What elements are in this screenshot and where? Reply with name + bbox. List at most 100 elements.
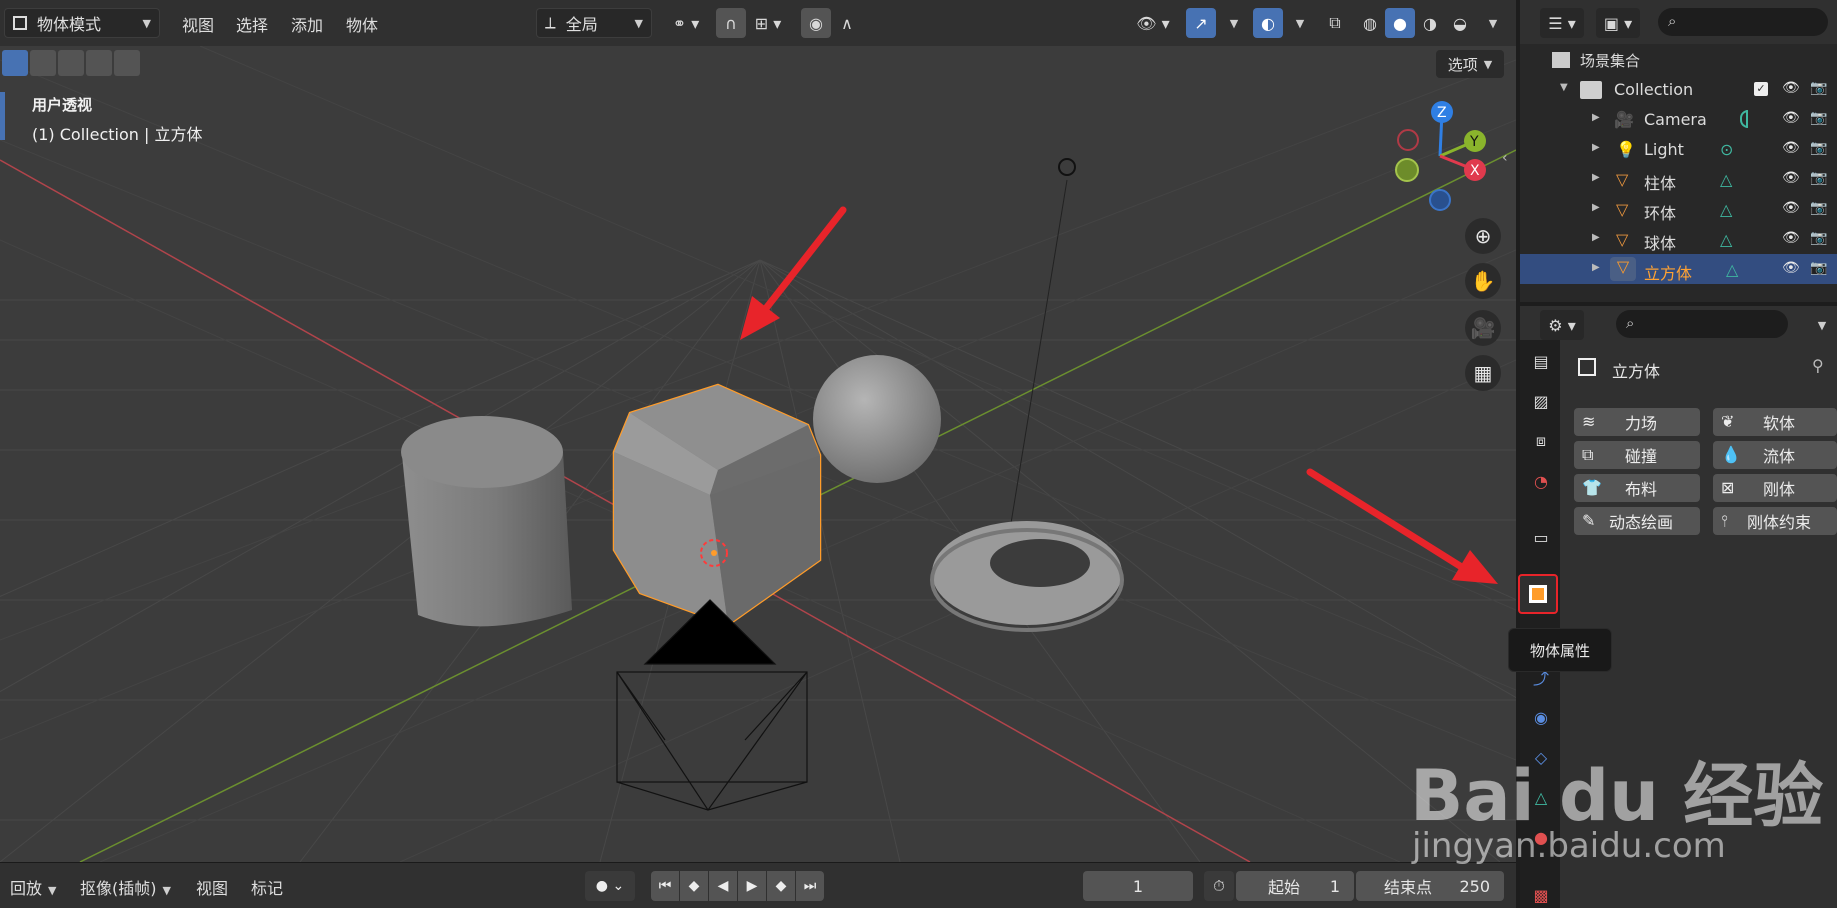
timeline-view-menu[interactable]: 视图	[196, 875, 228, 899]
render-camera-icon[interactable]: 📷	[1810, 110, 1827, 126]
physics-button-cloth[interactable]: 👕 布料	[1574, 474, 1700, 502]
shading-rendered[interactable]: ◒	[1445, 8, 1475, 38]
physics-button-rigid-body-constraint[interactable]: ⫯ 刚体约束	[1713, 507, 1837, 535]
exclude-checkbox[interactable]: ✓	[1754, 82, 1768, 96]
sidebar-toggle-icon[interactable]: ‹	[1502, 150, 1508, 166]
tab-physics[interactable]: ◉	[1524, 700, 1558, 734]
prev-keyframe-button[interactable]: ◆	[680, 871, 708, 901]
falloff-button[interactable]: ∧	[832, 8, 862, 38]
tab-view-layer[interactable]: ⧈	[1524, 424, 1558, 458]
xray-toggle[interactable]: ⧉	[1320, 8, 1350, 38]
shading-solid[interactable]: ●	[1385, 8, 1415, 38]
physics-button-rigid-body[interactable]: ⊠ 刚体	[1713, 474, 1837, 502]
jump-start-button[interactable]: ⏮	[651, 871, 679, 901]
keying-menu[interactable]: 抠像(插帧) ▼	[80, 875, 171, 899]
collapse-arrow-icon[interactable]: ▼	[1560, 82, 1568, 93]
tab-scene[interactable]: ◔	[1524, 464, 1558, 498]
toolbar-edge[interactable]	[0, 92, 5, 140]
tab-tool[interactable]: ▤	[1524, 344, 1558, 378]
render-camera-icon[interactable]: 📷	[1810, 80, 1827, 96]
camera-view-button[interactable]: 🎥	[1465, 310, 1501, 346]
editor-type-dropdown[interactable]: ⚙ ▾	[1540, 310, 1584, 340]
3d-viewport[interactable]: Z Y X ‹	[0, 46, 1516, 862]
overlay-toggle[interactable]: ◐	[1253, 8, 1283, 38]
pivot-point-button[interactable]: ⚭ ▾	[664, 8, 708, 38]
render-camera-icon[interactable]: 📷	[1810, 170, 1827, 186]
select-subtract-button[interactable]	[58, 50, 84, 76]
ortho-toggle-button[interactable]: ▦	[1465, 355, 1501, 391]
expand-arrow-icon[interactable]: ▶	[1592, 112, 1600, 123]
menu-view[interactable]: 视图	[182, 12, 214, 36]
outliner-item-camera[interactable]: ▶ 🎥 Camera 👁 📷	[1520, 104, 1837, 134]
shading-wireframe[interactable]: ◍	[1355, 8, 1385, 38]
select-extend-button[interactable]	[30, 50, 56, 76]
outliner-item-light[interactable]: ▶ 💡 Light ⊙ 👁 📷	[1520, 134, 1837, 164]
expand-arrow-icon[interactable]: ▶	[1592, 172, 1600, 183]
navigation-gizmo[interactable]: Z Y X	[1390, 96, 1500, 216]
outliner-item-torus[interactable]: ▶ ▽ 环体 △ 👁 📷	[1520, 194, 1837, 224]
outliner-item-sphere[interactable]: ▶ ▽ 球体 △ 👁 📷	[1520, 224, 1837, 254]
eye-icon[interactable]: 👁	[1782, 170, 1800, 186]
menu-add[interactable]: 添加	[291, 12, 323, 36]
display-mode-dropdown[interactable]: ☰ ▾	[1540, 8, 1584, 38]
render-camera-icon[interactable]: 📷	[1810, 230, 1827, 246]
auto-keying-toggle[interactable]: ● ⌄	[585, 871, 635, 901]
filter-dropdown[interactable]: ▣ ▾	[1596, 8, 1640, 38]
options-dropdown[interactable]: 选项 ▼	[1436, 50, 1504, 78]
pan-button[interactable]: ✋	[1465, 263, 1501, 299]
play-button[interactable]: ▶	[738, 871, 766, 901]
outliner-item-cube[interactable]: ▶ ▽ 立方体 △ 👁 📷	[1520, 254, 1837, 284]
eye-icon[interactable]: 👁	[1782, 110, 1800, 126]
eye-icon[interactable]: 👁	[1782, 200, 1800, 216]
snap-toggle[interactable]: ∩	[716, 8, 746, 38]
orientation-dropdown[interactable]: ⟂ 全局 ▼	[536, 8, 652, 38]
select-new-button[interactable]	[2, 50, 28, 76]
proportional-edit-toggle[interactable]: ◉	[801, 8, 831, 38]
menu-object[interactable]: 物体	[346, 12, 378, 36]
eye-icon[interactable]: 👁	[1782, 230, 1800, 246]
preview-range-toggle[interactable]: ⏱	[1204, 871, 1234, 901]
tab-collection[interactable]: ▭	[1524, 520, 1558, 554]
eye-icon[interactable]: 👁	[1782, 80, 1800, 96]
render-camera-icon[interactable]: 📷	[1810, 260, 1827, 276]
physics-button-soft-body[interactable]: ❦ 软体	[1713, 408, 1837, 436]
gizmo-neg-x-icon[interactable]	[1397, 129, 1419, 151]
properties-search-input[interactable]: ⌕	[1616, 310, 1788, 338]
zoom-button[interactable]: ⊕	[1465, 218, 1501, 254]
eye-icon[interactable]: 👁	[1782, 140, 1800, 156]
scene-collection-row[interactable]: 场景集合	[1520, 44, 1837, 74]
collection-row[interactable]: ▼ Collection ✓ 👁 📷	[1520, 74, 1837, 104]
gizmo-neg-y-icon[interactable]	[1395, 158, 1419, 182]
start-frame-field[interactable]: 起始 1	[1236, 871, 1354, 901]
eye-icon[interactable]: 👁	[1782, 260, 1800, 276]
select-invert-button[interactable]	[86, 50, 112, 76]
marker-menu[interactable]: 标记	[251, 875, 283, 899]
physics-button-fluid[interactable]: 💧 流体	[1713, 441, 1837, 469]
expand-arrow-icon[interactable]: ▶	[1592, 142, 1600, 153]
mode-dropdown[interactable]: 物体模式 ▼	[4, 8, 160, 38]
shading-dropdown[interactable]: ▼	[1475, 8, 1505, 38]
tab-texture[interactable]: ▩	[1524, 878, 1558, 908]
outliner-search-input[interactable]: ⌕	[1658, 8, 1828, 36]
render-camera-icon[interactable]: 📷	[1810, 200, 1827, 216]
physics-button-force-field[interactable]: ≋ 力场	[1574, 408, 1700, 436]
pin-icon[interactable]: ⚲	[1812, 356, 1824, 375]
menu-select[interactable]: 选择	[236, 12, 268, 36]
tab-object-properties[interactable]	[1518, 574, 1558, 614]
outliner-item-cylinder[interactable]: ▶ ▽ 柱体 △ 👁 📷	[1520, 164, 1837, 194]
gizmo-neg-z-icon[interactable]	[1429, 189, 1451, 211]
jump-end-button[interactable]: ⏭	[796, 871, 824, 901]
play-reverse-button[interactable]: ◀	[709, 871, 737, 901]
expand-arrow-icon[interactable]: ▶	[1592, 232, 1600, 243]
next-keyframe-button[interactable]: ◆	[767, 871, 795, 901]
render-camera-icon[interactable]: 📷	[1810, 140, 1827, 156]
expand-arrow-icon[interactable]: ▶	[1592, 202, 1600, 213]
visibility-dropdown[interactable]: 👁 ▾	[1130, 8, 1176, 38]
playback-menu[interactable]: 回放 ▼	[10, 875, 56, 899]
end-frame-field[interactable]: 结束点 250	[1356, 871, 1504, 901]
physics-button-dynamic-paint[interactable]: ✎ 动态绘画	[1574, 507, 1700, 535]
gizmo-toggle[interactable]: ↗	[1186, 8, 1216, 38]
expand-arrow-icon[interactable]: ▶	[1592, 262, 1600, 273]
gizmo-dropdown[interactable]: ▼	[1216, 8, 1246, 38]
physics-button-collision[interactable]: ⧉ 碰撞	[1574, 441, 1700, 469]
